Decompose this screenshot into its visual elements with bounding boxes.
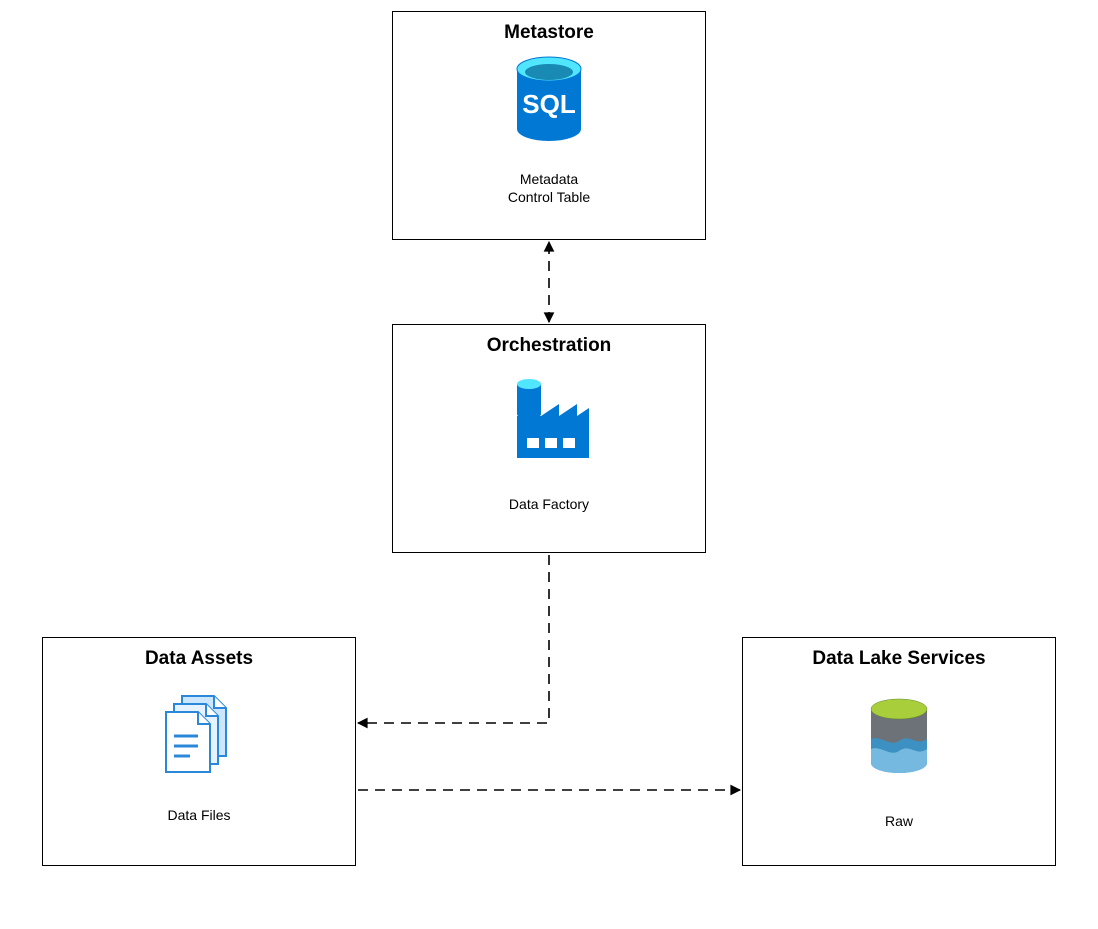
data-files-icon (154, 690, 244, 780)
title-metastore: Metastore (393, 12, 705, 44)
data-lake-icon (866, 697, 932, 781)
box-orchestration: Orchestration Data Factory (392, 324, 706, 553)
metastore-sub2: Control Table (393, 188, 705, 206)
data-lake-sub1: Raw (743, 812, 1055, 830)
box-metastore: Metastore SQL Metadata Control Table (392, 11, 706, 240)
diagram-canvas: Metastore SQL Metadata Control Table Orc… (0, 0, 1098, 929)
sql-label: SQL (522, 89, 576, 119)
data-assets-sub1: Data Files (43, 806, 355, 824)
box-data-assets: Data Assets (42, 637, 356, 866)
connector-orchestration-data-assets (358, 555, 549, 723)
metastore-sub1: Metadata (393, 170, 705, 188)
title-data-lake: Data Lake Services (743, 638, 1055, 670)
box-data-lake: Data Lake Services Raw (742, 637, 1056, 866)
title-data-assets: Data Assets (43, 638, 355, 670)
title-orchestration: Orchestration (393, 325, 705, 357)
orchestration-sub1: Data Factory (393, 495, 705, 513)
sql-database-icon: SQL (511, 55, 587, 150)
data-factory-icon (499, 368, 599, 468)
